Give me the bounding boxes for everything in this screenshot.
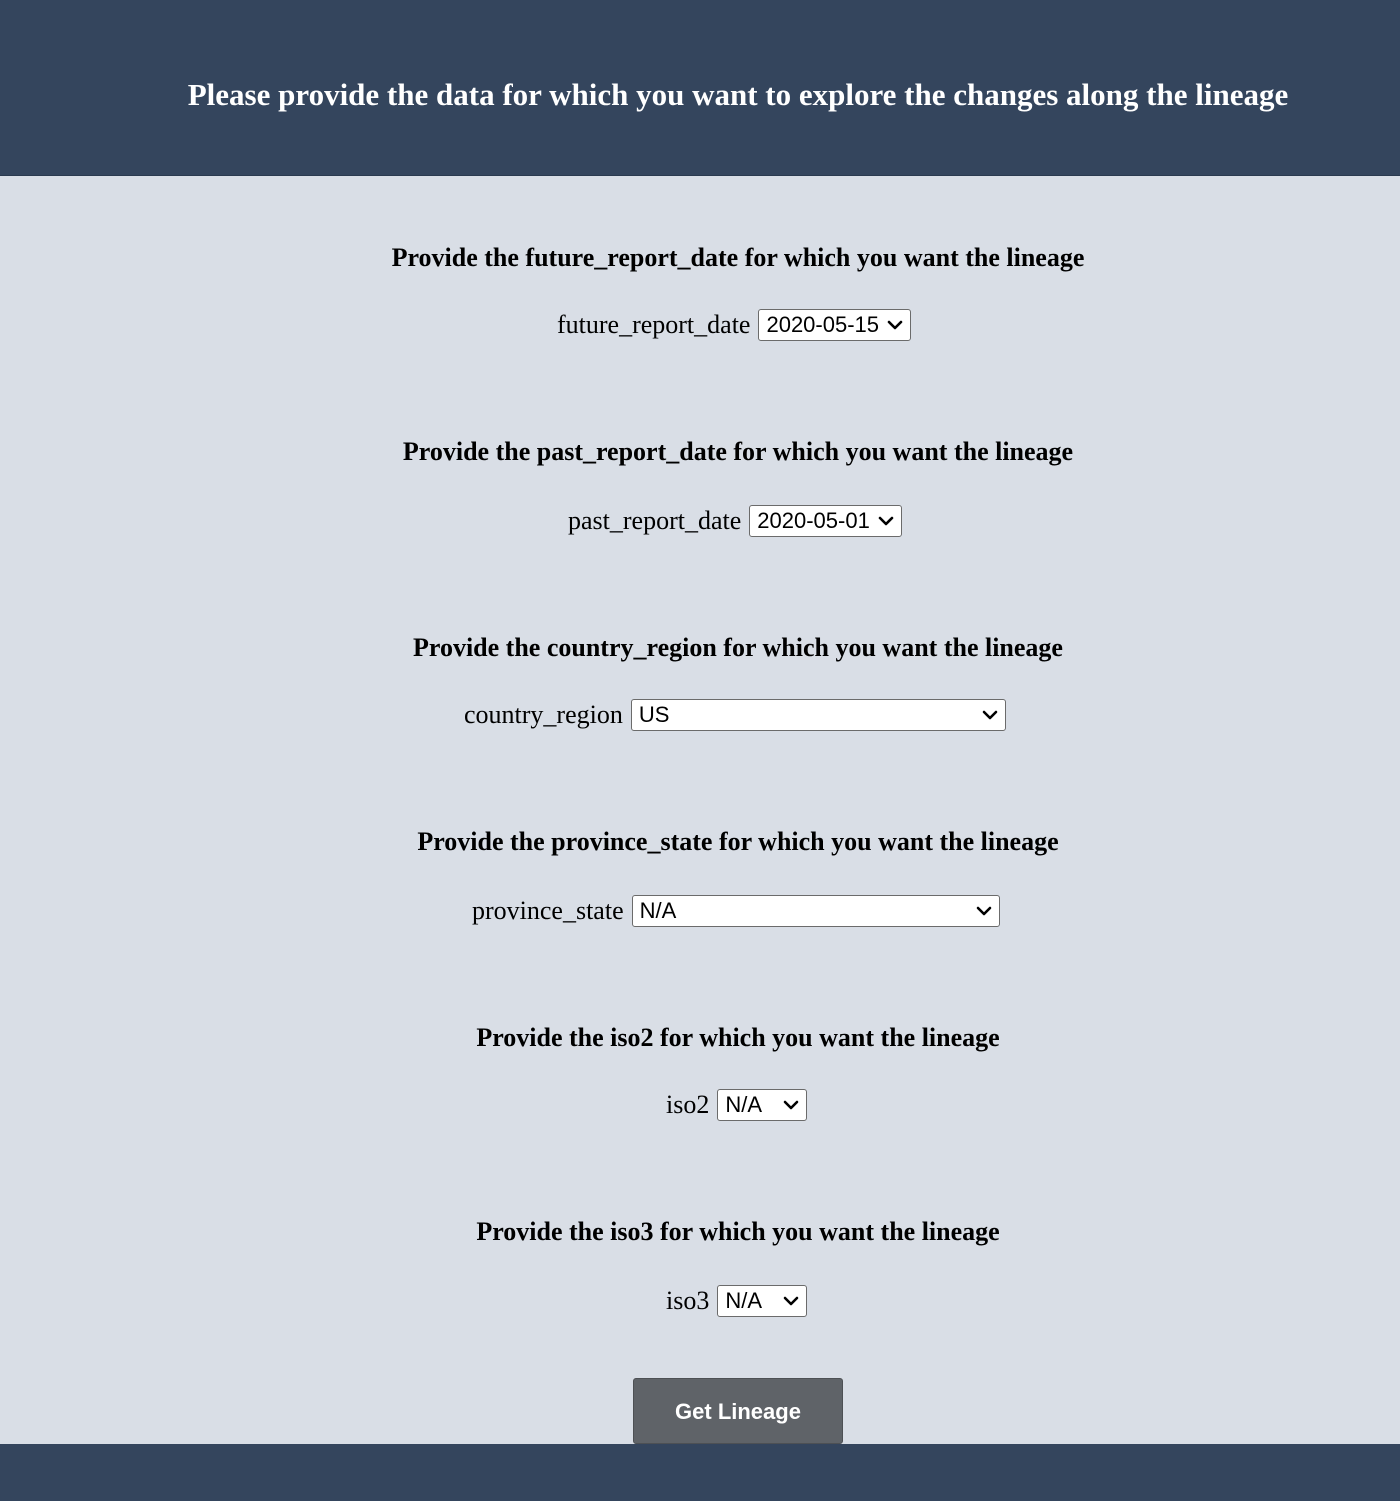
- chevron-down-icon: [976, 906, 991, 916]
- future-report-date-value: 2020-05-15: [766, 312, 880, 337]
- iso2-value: N/A: [725, 1092, 763, 1117]
- iso3-row: iso3 N/A: [666, 1285, 808, 1317]
- iso2-row: iso2 N/A: [666, 1089, 808, 1121]
- page-footer: [0, 1444, 1400, 1501]
- country-region-row: country_region US: [464, 699, 1006, 731]
- province-state-row: province_state N/A: [472, 895, 1000, 927]
- iso3-select[interactable]: N/A: [717, 1285, 808, 1317]
- past-report-date-row: past_report_date 2020-05-01: [568, 505, 903, 537]
- chevron-down-icon: [784, 1100, 799, 1110]
- province-state-select[interactable]: N/A: [631, 895, 1000, 927]
- country-region-value: US: [638, 702, 670, 727]
- province-state-heading: Provide the province_state for which you…: [417, 827, 1059, 856]
- page-title: Please provide the data for which you wa…: [187, 77, 1289, 112]
- chevron-down-icon: [784, 1296, 799, 1306]
- province-state-value: N/A: [639, 898, 677, 923]
- past-report-date-heading: Provide the past_report_date for which y…: [402, 437, 1074, 466]
- chevron-down-icon: [982, 710, 998, 720]
- page-header: Please provide the data for which you wa…: [0, 0, 1400, 176]
- past-report-date-label: past_report_date: [568, 506, 742, 535]
- past-report-date-select[interactable]: 2020-05-01: [749, 505, 903, 537]
- iso2-select[interactable]: N/A: [717, 1089, 808, 1121]
- future-report-date-label: future_report_date: [557, 310, 751, 339]
- chevron-down-icon: [888, 320, 903, 330]
- chevron-down-icon: [878, 516, 894, 526]
- iso2-heading: Provide the iso2 for which you want the …: [476, 1023, 1000, 1052]
- past-report-date-value: 2020-05-01: [757, 508, 870, 533]
- iso3-value: N/A: [725, 1288, 763, 1313]
- future-report-date-row: future_report_date 2020-05-15: [557, 309, 912, 341]
- province-state-label: province_state: [472, 896, 624, 925]
- future-report-date-select[interactable]: 2020-05-15: [758, 309, 912, 341]
- iso3-label: iso3: [666, 1286, 710, 1315]
- country-region-select[interactable]: US: [630, 699, 1006, 731]
- iso2-label: iso2: [666, 1090, 710, 1119]
- get-lineage-button[interactable]: Get Lineage: [633, 1378, 843, 1444]
- future-report-date-heading: Provide the future_report_date for which…: [391, 243, 1085, 272]
- country-region-heading: Provide the country_region for which you…: [413, 633, 1063, 662]
- country-region-label: country_region: [464, 700, 623, 729]
- iso3-heading: Provide the iso3 for which you want the …: [476, 1217, 1000, 1246]
